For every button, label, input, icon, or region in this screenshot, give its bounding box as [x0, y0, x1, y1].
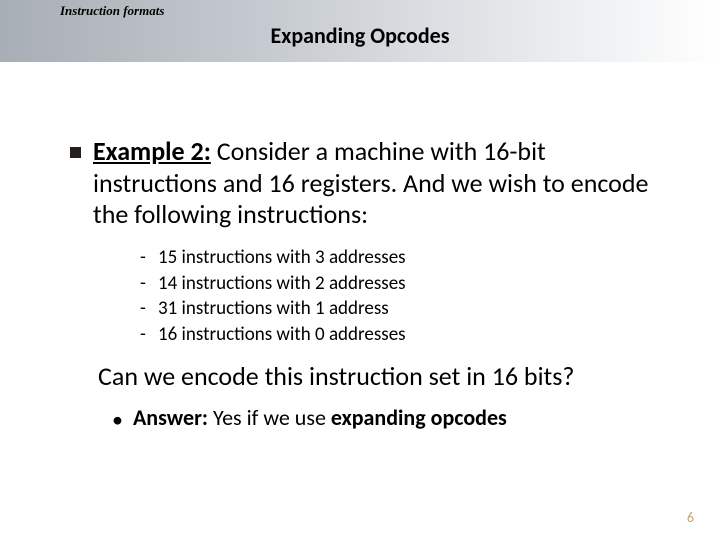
header-bar: Instruction formats Expanding Opcodes [0, 0, 720, 62]
list-item: - 15 instructions with 3 addresses [140, 245, 670, 271]
answer-mid: Yes if we use [208, 404, 331, 431]
dash-icon: - [140, 245, 158, 271]
answer-text: Answer: Yes if we use expanding opcodes [133, 404, 507, 431]
content-area: Example 2: Consider a machine with 16-bi… [70, 136, 670, 433]
answer-row: • Answer: Yes if we use expanding opcode… [112, 404, 670, 433]
list-item: - 31 instructions with 1 address [140, 296, 670, 322]
list-item-text: 16 instructions with 0 addresses [158, 322, 406, 348]
page-number: 6 [687, 509, 694, 526]
dash-icon: - [140, 322, 158, 348]
list-item-text: 15 instructions with 3 addresses [158, 245, 406, 271]
question-text: Can we encode this instruction set in 16… [98, 360, 670, 392]
slide-title: Expanding Opcodes [0, 22, 720, 49]
main-bullet: Example 2: Consider a machine with 16-bi… [70, 136, 670, 231]
sublist: - 15 instructions with 3 addresses - 14 … [140, 245, 670, 348]
main-text: Example 2: Consider a machine with 16-bi… [93, 136, 670, 231]
list-item: - 14 instructions with 2 addresses [140, 271, 670, 297]
dash-icon: - [140, 271, 158, 297]
dash-icon: - [140, 296, 158, 322]
slide: Instruction formats Expanding Opcodes Ex… [0, 0, 720, 540]
bullet-square-icon [70, 147, 81, 158]
list-item-text: 31 instructions with 1 address [158, 296, 389, 322]
answer-label: Answer: [133, 404, 208, 431]
breadcrumb: Instruction formats [60, 3, 164, 19]
example-label: Example 2: [93, 135, 211, 167]
list-item-text: 14 instructions with 2 addresses [158, 271, 406, 297]
answer-emph: expanding opcodes [331, 404, 507, 431]
bullet-dot-icon: • [112, 406, 123, 433]
list-item: - 16 instructions with 0 addresses [140, 322, 670, 348]
